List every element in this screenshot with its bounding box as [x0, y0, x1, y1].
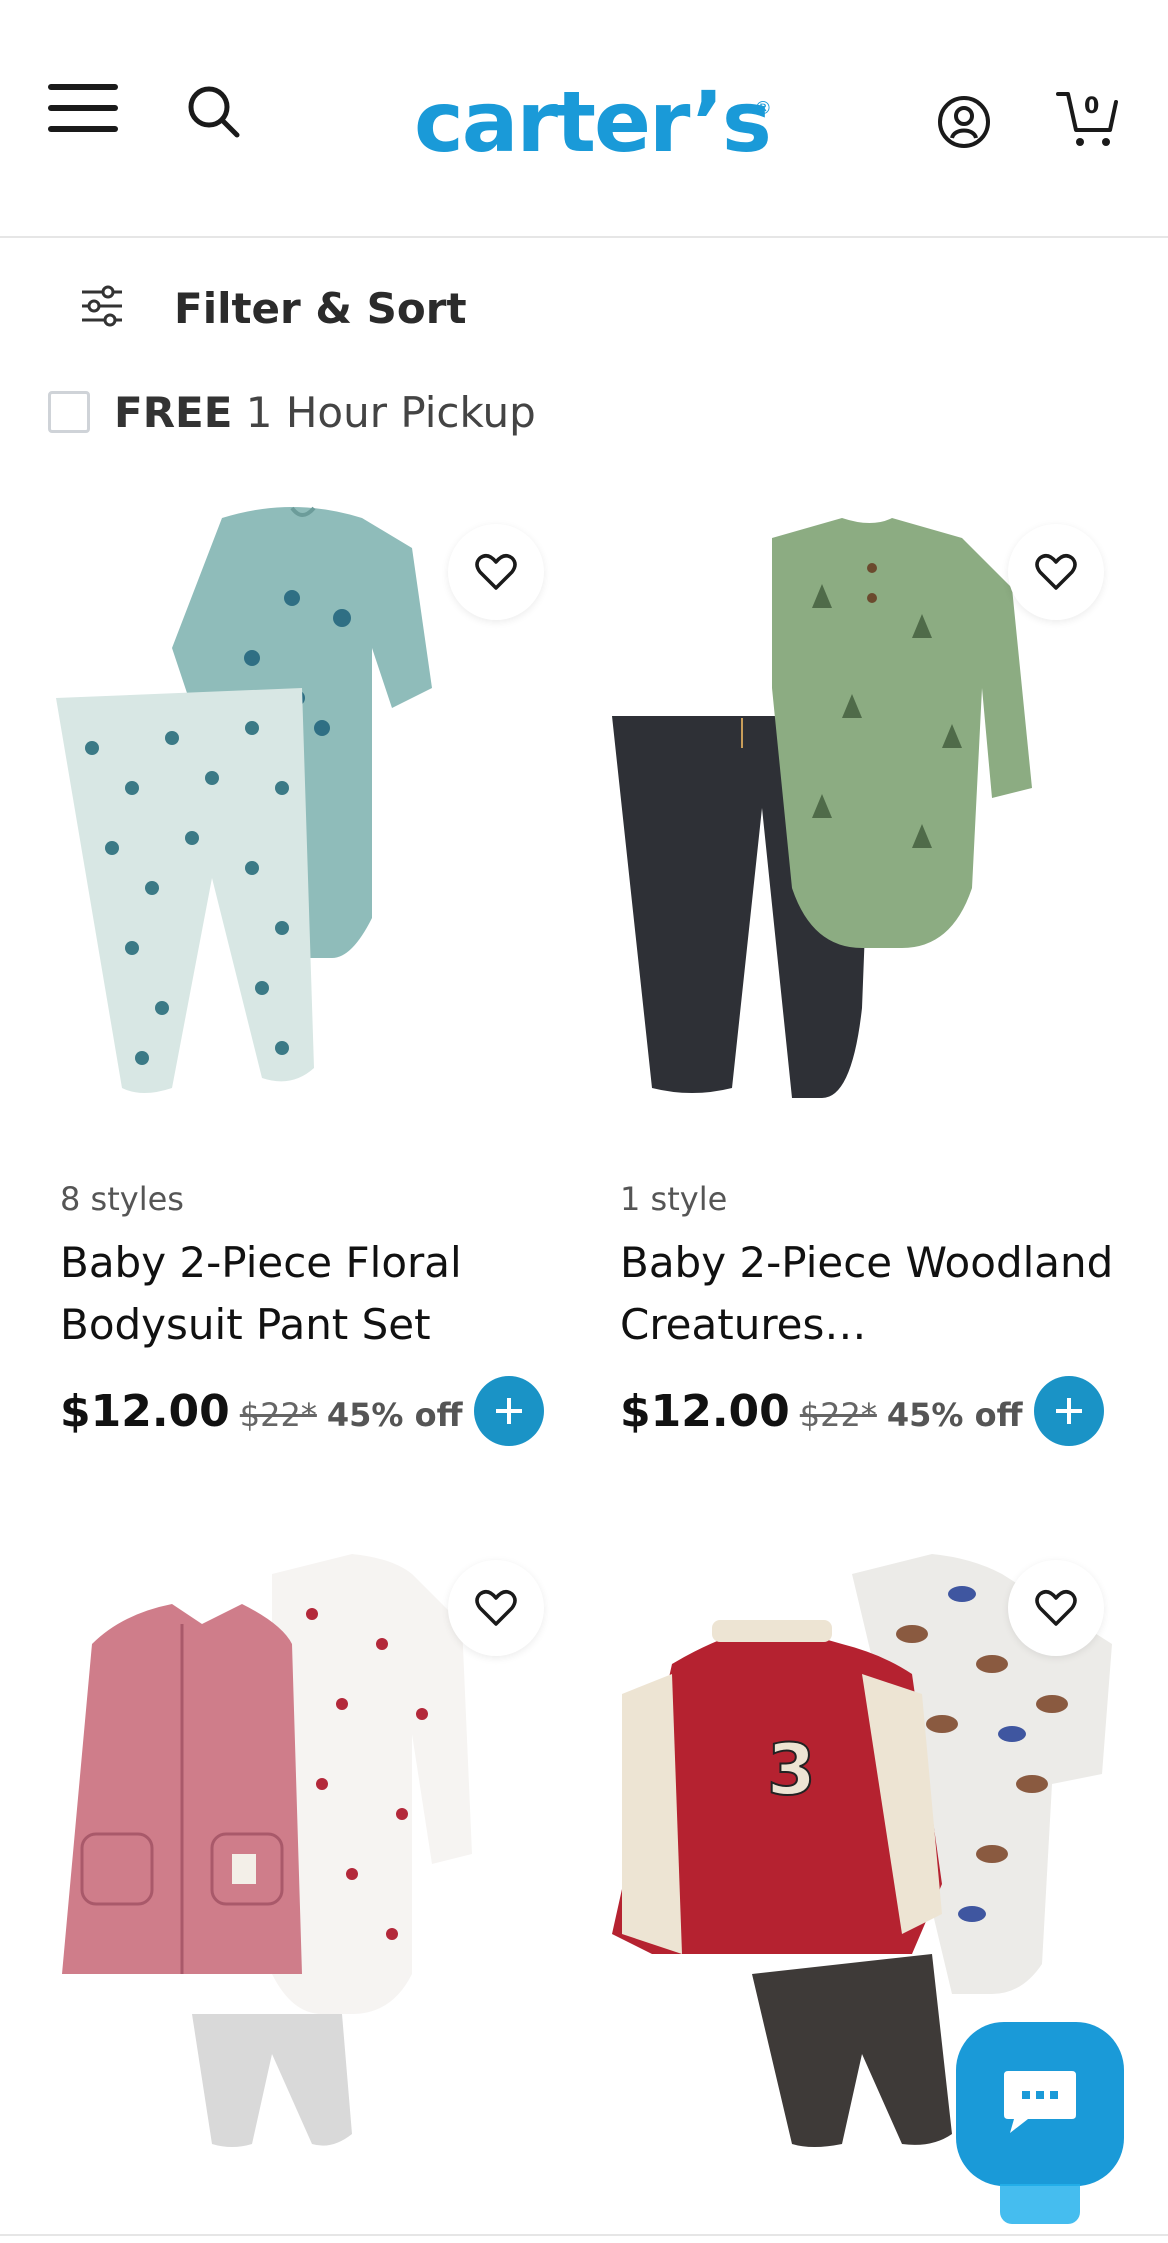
- chat-button-shadow: [1000, 2184, 1080, 2224]
- favorite-heart-icon[interactable]: [1008, 1560, 1104, 1656]
- filter-sort-button[interactable]: Filter & Sort: [80, 278, 467, 338]
- add-to-cart-button[interactable]: [474, 1376, 544, 1446]
- free-pickup-checkbox[interactable]: [48, 391, 90, 433]
- original-price: $22*: [799, 1396, 877, 1434]
- free-label: FREE: [114, 387, 233, 437]
- free-pickup-filter[interactable]: FREE 1 Hour Pickup: [48, 384, 536, 440]
- product-styles-count: 8 styles: [60, 1180, 184, 1218]
- logo-text: carter’s: [414, 73, 772, 171]
- free-pickup-label: FREE 1 Hour Pickup: [114, 388, 536, 437]
- chat-bubble-icon: [1000, 2067, 1080, 2141]
- svg-text:3: 3: [767, 1729, 816, 1811]
- sliders-icon: [80, 284, 124, 332]
- registered-mark: ®: [754, 98, 772, 119]
- account-icon[interactable]: [936, 94, 992, 150]
- sale-price: $12.00: [620, 1386, 790, 1437]
- product-name[interactable]: Baby 2-Piece Floral Bodysuit Pant Set: [60, 1232, 560, 1356]
- cart-icon[interactable]: 0: [1056, 88, 1120, 150]
- plus-icon: [496, 1398, 522, 1424]
- product-price-row: $12.00 $22* 45% off: [60, 1386, 463, 1437]
- search-icon[interactable]: [186, 84, 242, 140]
- product-styles-count: 1 style: [620, 1180, 728, 1218]
- site-header: carter’s ® 0: [0, 0, 1168, 238]
- chat-button[interactable]: [956, 2022, 1124, 2186]
- hamburger-menu-icon[interactable]: [48, 84, 118, 132]
- add-to-cart-button[interactable]: [1034, 1376, 1104, 1446]
- discount-label: 45% off: [326, 1396, 463, 1434]
- discount-label: 45% off: [886, 1396, 1023, 1434]
- original-price: $22*: [239, 1396, 317, 1434]
- product-name[interactable]: Baby 2-Piece Woodland Creatures…: [620, 1232, 1120, 1356]
- filter-sort-label: Filter & Sort: [174, 283, 467, 333]
- product-card[interactable]: 1 style Baby 2-Piece Woodland Creatures……: [612, 488, 1132, 1448]
- favorite-heart-icon[interactable]: [1008, 524, 1104, 620]
- pickup-label: 1 Hour Pickup: [232, 387, 536, 437]
- product-card[interactable]: 8 styles Baby 2-Piece Floral Bodysuit Pa…: [52, 488, 572, 1448]
- favorite-heart-icon[interactable]: [448, 524, 544, 620]
- plus-icon: [1056, 1398, 1082, 1424]
- sale-price: $12.00: [60, 1386, 230, 1437]
- bottom-divider: [0, 2234, 1168, 2236]
- cart-count-badge: 0: [1084, 94, 1100, 119]
- favorite-heart-icon[interactable]: [448, 1560, 544, 1656]
- product-price-row: $12.00 $22* 45% off: [620, 1386, 1023, 1437]
- carters-logo[interactable]: carter’s ®: [414, 73, 772, 171]
- product-card[interactable]: [52, 1534, 572, 2234]
